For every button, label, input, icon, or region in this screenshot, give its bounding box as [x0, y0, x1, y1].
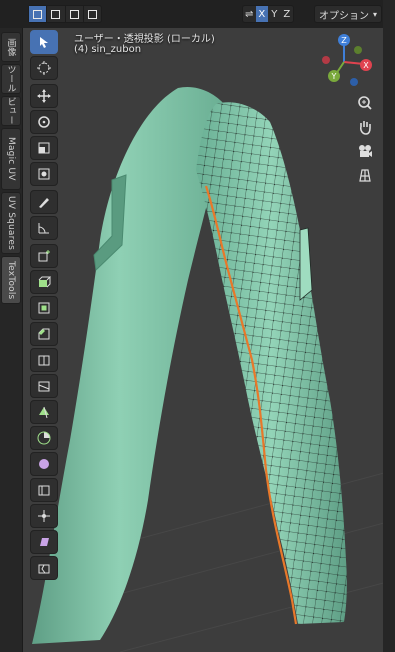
toolbar [30, 30, 60, 580]
inset-faces-icon[interactable] [30, 296, 58, 320]
svg-text:Z: Z [341, 36, 347, 45]
options-label: オプション [318, 10, 369, 22]
rip-region-icon[interactable] [30, 556, 58, 580]
sidebar-tabs: 画像 ツール ビュー Magic UV UV Squares TexTools [0, 28, 23, 652]
tab-view[interactable]: ビュー [1, 96, 21, 126]
navigation-gizmo[interactable]: Z X Y [318, 32, 378, 92]
knife-icon[interactable] [30, 374, 58, 398]
mirror-axes-group: ⇌ X Y Z [242, 5, 294, 23]
tab-magic-uv[interactable]: Magic UV [1, 128, 21, 190]
face-select-button[interactable] [66, 6, 84, 22]
square-icon [87, 9, 97, 19]
extend-select-button[interactable] [84, 6, 101, 22]
camera-view-button[interactable] [352, 140, 378, 162]
spin-icon[interactable] [30, 426, 58, 450]
edge-slide-icon[interactable] [30, 478, 58, 502]
poly-build-icon[interactable] [30, 400, 58, 424]
vertex-select-button[interactable] [29, 6, 48, 22]
mirror-icon: ⇌ [245, 8, 254, 20]
select-mode-group [28, 5, 102, 23]
scale-icon[interactable] [30, 136, 58, 160]
mirror-y-button[interactable]: Y [268, 6, 281, 22]
view-label: ユーザー・透視投影 (ローカル) [74, 34, 215, 45]
right-pocket [299, 227, 313, 301]
gizmo-neg-x[interactable] [322, 56, 330, 64]
camera-icon [359, 145, 372, 157]
svg-text:X: X [363, 61, 369, 70]
select-box-icon[interactable] [30, 30, 58, 54]
svg-text:Y: Y [331, 72, 337, 81]
mirror-z-button[interactable]: Z [281, 6, 294, 22]
gizmo-neg-z[interactable] [350, 78, 358, 86]
edge-select-button[interactable] [47, 6, 66, 22]
measure-icon[interactable] [30, 216, 58, 240]
gizmo-neg-y[interactable] [354, 46, 362, 54]
smooth-icon[interactable] [30, 452, 58, 476]
vertex-icon [33, 9, 43, 19]
tab-textools[interactable]: TexTools [1, 256, 21, 304]
move-icon[interactable] [30, 84, 58, 108]
zoom-icon [358, 96, 372, 110]
tab-uv-squares[interactable]: UV Squares [1, 192, 21, 254]
mirror-x-button[interactable]: X [255, 6, 268, 22]
chevron-down-icon: ▾ [372, 9, 377, 19]
object-label: (4) sin_zubon [74, 44, 142, 55]
hand-icon [360, 121, 371, 135]
cursor-icon[interactable] [30, 56, 58, 80]
zoom-button[interactable] [352, 92, 378, 114]
pan-button[interactable] [352, 116, 378, 138]
transform-icon[interactable] [30, 162, 58, 186]
options-dropdown[interactable]: オプション ▾ [314, 5, 382, 23]
rotate-icon[interactable] [30, 110, 58, 134]
tab-tool[interactable]: ツール [1, 64, 21, 94]
add-cube-icon[interactable] [30, 244, 58, 268]
right-panel-edge [383, 0, 395, 652]
annotate-icon[interactable] [30, 190, 58, 214]
3d-viewport[interactable]: ⇌ X Y Z オプション ▾ 画像 ツール ビュー Magic UV UV S… [0, 0, 395, 652]
viewport-header: ⇌ X Y Z オプション ▾ [0, 0, 395, 28]
edge-icon [51, 9, 61, 19]
extrude-region-icon[interactable] [30, 270, 58, 294]
bevel-icon[interactable] [30, 322, 58, 346]
face-icon [69, 9, 79, 19]
loop-cut-icon[interactable] [30, 348, 58, 372]
shrink-fatten-icon[interactable] [30, 504, 58, 528]
tab-image[interactable]: 画像 [1, 32, 21, 62]
grid-icon [359, 169, 371, 182]
perspective-toggle-button[interactable] [352, 164, 378, 186]
shear-icon[interactable] [30, 530, 58, 554]
